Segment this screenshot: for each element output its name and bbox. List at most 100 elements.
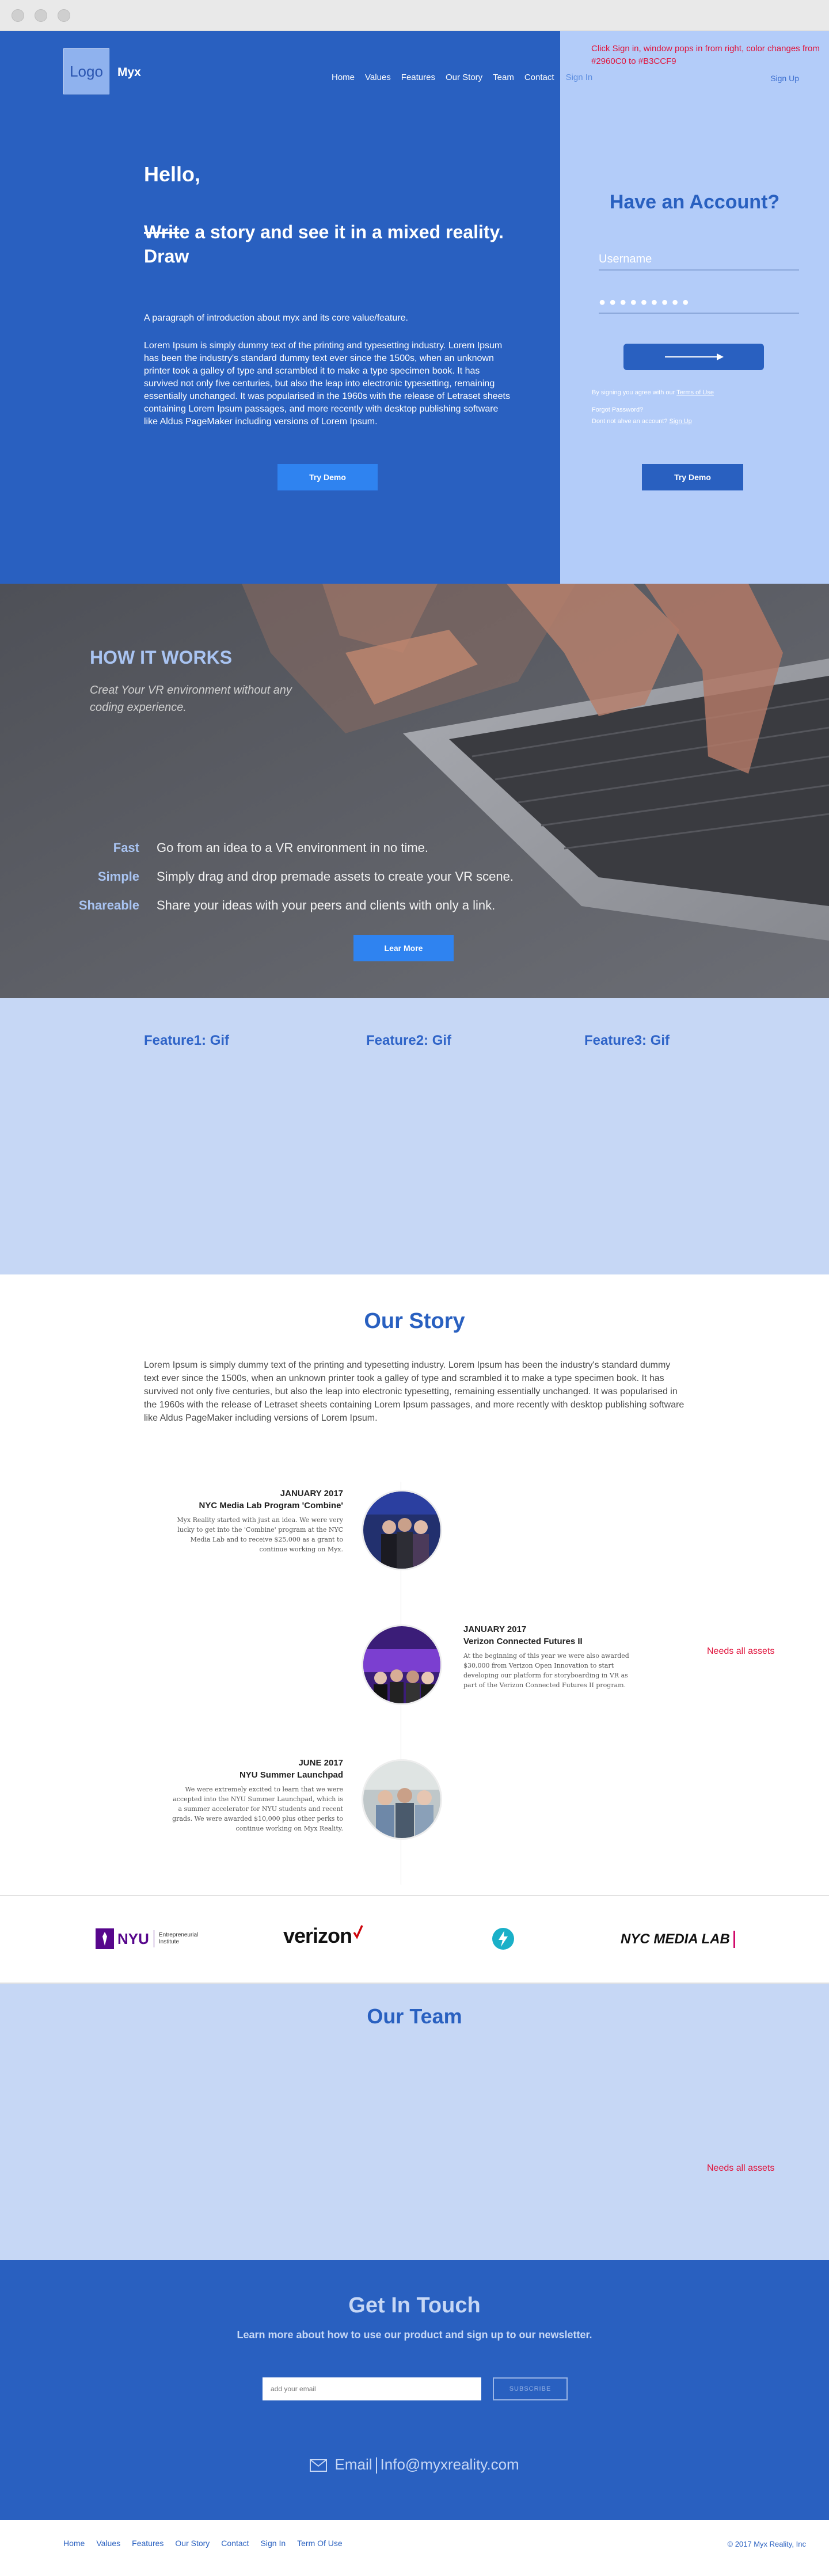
window-maximize-dot[interactable] xyxy=(58,9,70,22)
footer-link-our-story[interactable]: Our Story xyxy=(175,2539,210,2548)
how-item-value: Share your ideas with your peers and cli… xyxy=(157,898,496,912)
verizon-wordmark: verizon xyxy=(283,1924,352,1947)
nav-our-story[interactable]: Our Story xyxy=(446,73,482,82)
how-item-value: Simply drag and drop premade assets to c… xyxy=(157,869,514,884)
forgot-password-link[interactable]: Forgot Password? xyxy=(592,406,643,413)
nyu-subtitle: Entrepreneurial Institute xyxy=(158,1932,199,1945)
sign-in-submit-button[interactable] xyxy=(623,344,764,370)
logo[interactable]: Logo xyxy=(63,48,109,94)
username-field[interactable]: Username xyxy=(599,253,799,271)
terms-link[interactable]: Terms of Use xyxy=(676,389,714,396)
nycml-bar-icon xyxy=(733,1931,735,1948)
myx-partner-logo[interactable] xyxy=(492,1927,515,1950)
envelope-icon xyxy=(310,2459,328,2472)
nav-values[interactable]: Values xyxy=(365,73,391,82)
footer: Home Values Features Our Story Contact S… xyxy=(0,2520,829,2576)
timeline-body: Myx Reality started with just an idea. W… xyxy=(177,1516,343,1553)
subscribe-button[interactable]: SUBSCRIBE xyxy=(493,2377,568,2400)
footer-link-sign-in[interactable]: Sign In xyxy=(261,2539,286,2548)
password-field[interactable]: ●●●●●●●●● xyxy=(599,296,799,314)
story-title: Our Story xyxy=(364,1309,465,1333)
browser-chrome xyxy=(0,0,829,31)
verizon-check-icon xyxy=(353,1925,363,1939)
feature-3-title: Feature3: Gif xyxy=(584,1033,670,1048)
nyu-logo[interactable]: NYU Entrepreneurial Institute xyxy=(96,1928,205,1949)
touch-title: Get In Touch xyxy=(348,2293,481,2318)
timeline-date: JUNE 2017 xyxy=(298,1758,343,1768)
panel-try-demo-button[interactable]: Try Demo xyxy=(642,464,743,490)
no-account-prefix: Dont not ahve an account? xyxy=(592,418,670,425)
needs-assets-note: Needs all assets xyxy=(707,1646,775,1656)
timeline-item: JUNE 2017 NYU Summer Launchpad We were e… xyxy=(170,1758,343,1833)
footer-link-features[interactable]: Features xyxy=(132,2539,163,2548)
hero-intro: A paragraph of introduction about myx an… xyxy=(144,313,408,323)
how-it-works-section: HOW IT WORKS Creat Your VR environment w… xyxy=(0,584,829,998)
arrow-right-icon xyxy=(665,356,718,357)
verizon-logo[interactable]: verizon xyxy=(283,1924,363,1948)
no-account-text: Dont not ahve an account? Sign Up xyxy=(592,418,692,425)
learn-more-button[interactable]: Lear More xyxy=(353,935,454,961)
hero-section: Logo Myx Home Values Features Our Story … xyxy=(0,31,829,584)
terms-text: By signing you agree with our Terms of U… xyxy=(592,389,714,396)
timeline-item: JANUARY 2017 Verizon Connected Futures I… xyxy=(463,1624,636,1690)
headline-rest: e a story and see it in a mixed reality.… xyxy=(144,222,504,267)
our-story-section: Our Story Lorem Ipsum is simply dummy te… xyxy=(0,1274,829,1895)
timeline-heading: NYC Media Lab Program 'Combine' xyxy=(199,1501,343,1510)
team-title: Our Team xyxy=(367,2004,462,2028)
try-demo-button[interactable]: Try Demo xyxy=(277,464,378,490)
designer-note: Click Sign in, window pops in from right… xyxy=(591,44,820,66)
nycml-wordmark: NYC MEDIA LAB xyxy=(621,1931,730,1947)
email-address-link[interactable]: Info@myxreality.com xyxy=(381,2456,519,2473)
how-title: HOW IT WORKS xyxy=(90,647,233,668)
nyc-media-lab-logo[interactable]: NYC MEDIA LAB xyxy=(621,1931,735,1948)
footer-link-terms[interactable]: Term Of Use xyxy=(297,2539,343,2548)
hero-paragraph: Lorem Ipsum is simply dummy text of the … xyxy=(144,341,510,427)
story-paragraph: Lorem Ipsum is simply dummy text of the … xyxy=(144,1360,685,1423)
nyu-torch-icon xyxy=(96,1928,114,1949)
how-item-key: Shareable xyxy=(78,898,139,912)
email-label: Email xyxy=(334,2456,372,2473)
footer-link-home[interactable]: Home xyxy=(63,2539,85,2548)
hero-headline: Write a story and see it in a mixed real… xyxy=(144,220,535,268)
sign-up-link[interactable]: Sign Up xyxy=(770,74,799,83)
account-title: Have an Account? xyxy=(609,191,780,213)
arrow-head-icon xyxy=(717,353,724,360)
panel-sign-up-link[interactable]: Sign Up xyxy=(670,418,692,425)
timeline-body: At the beginning of this year we were al… xyxy=(463,1652,629,1689)
nav-contact[interactable]: Contact xyxy=(524,73,554,82)
nav-sign-in[interactable]: Sign In xyxy=(566,73,593,82)
nav-team[interactable]: Team xyxy=(493,73,514,82)
how-item-key: Fast xyxy=(113,840,139,855)
how-item-value: Go from an idea to a VR environment in n… xyxy=(157,840,429,855)
contact-email: Email Info@myxreality.com xyxy=(0,2456,829,2474)
strike-word: Writ xyxy=(144,222,180,242)
timeline-date: JANUARY 2017 xyxy=(463,1624,527,1634)
nyu-launchpad-photo xyxy=(362,1759,442,1840)
feature-2-title: Feature2: Gif xyxy=(366,1033,452,1048)
footer-link-values[interactable]: Values xyxy=(96,2539,120,2548)
footer-links: Home Values Features Our Story Contact S… xyxy=(63,2539,354,2548)
partner-logos-section: NYU Entrepreneurial Institute verizon NY… xyxy=(0,1895,829,1984)
timeline-heading: Verizon Connected Futures II xyxy=(463,1637,583,1646)
timeline-heading: NYU Summer Launchpad xyxy=(239,1770,343,1780)
get-in-touch-section: Get In Touch Learn more about how to use… xyxy=(0,2260,829,2520)
footer-link-contact[interactable]: Contact xyxy=(221,2539,249,2548)
our-team-section: Our Team Needs all assets xyxy=(0,1984,829,2260)
touch-subtitle: Learn more about how to use our product … xyxy=(237,2329,592,2341)
window-minimize-dot[interactable] xyxy=(35,9,47,22)
how-item-key: Simple xyxy=(97,869,139,884)
nav-home[interactable]: Home xyxy=(332,73,355,82)
bolt-icon xyxy=(492,1928,514,1950)
timeline-item: JANUARY 2017 NYC Media Lab Program 'Comb… xyxy=(170,1489,343,1554)
newsletter-email-input[interactable] xyxy=(263,2377,481,2400)
features-section: Feature1: Gif Feature2: Gif Feature3: Gi… xyxy=(0,998,829,1274)
timeline-body: We were extremely excited to learn that … xyxy=(172,1786,343,1832)
copyright: © 2017 Myx Reality, Inc xyxy=(727,2540,807,2548)
timeline-date: JANUARY 2017 xyxy=(280,1489,343,1498)
window-close-dot[interactable] xyxy=(12,9,24,22)
feature-1-title: Feature1: Gif xyxy=(144,1033,230,1048)
nyc-media-lab-photo xyxy=(362,1490,442,1570)
brand-name[interactable]: Myx xyxy=(117,66,141,79)
nav-features[interactable]: Features xyxy=(401,73,435,82)
needs-assets-note: Needs all assets xyxy=(707,2163,775,2173)
